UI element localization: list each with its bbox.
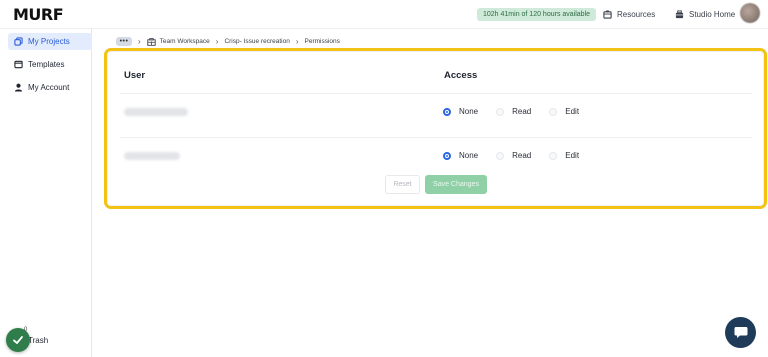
reset-button[interactable]: Reset (385, 175, 420, 194)
user-email-redacted (124, 152, 180, 160)
resources-label: Resources (617, 10, 656, 19)
access-radio-group: None Read Edit (443, 107, 597, 116)
sidebar-item-trash[interactable]: Trash (28, 336, 48, 345)
radio-unchecked-icon[interactable] (549, 151, 558, 160)
checkmark-icon (13, 336, 23, 344)
workspace-icon (146, 37, 156, 46)
toast-count: 0 (24, 327, 28, 333)
studio-home-link[interactable]: Studio Home (675, 8, 735, 21)
user-email-redacted (124, 108, 188, 116)
save-changes-button[interactable]: Save Changes (425, 175, 487, 194)
sidebar-item-my-projects[interactable]: My Projects (8, 33, 92, 50)
access-option-none[interactable]: None (443, 107, 478, 116)
studio-home-icon (675, 10, 684, 19)
option-label: Edit (565, 107, 580, 116)
access-option-none[interactable]: None (443, 151, 478, 160)
radio-checked-icon[interactable] (443, 107, 451, 116)
access-column-header: Access (444, 70, 478, 81)
resources-link[interactable]: Resources (603, 8, 655, 21)
hours-available-badge: 102h 41min of 120 hours available (477, 8, 597, 21)
user-avatar[interactable] (740, 3, 760, 23)
radio-checked-icon[interactable] (443, 151, 451, 160)
access-option-edit[interactable]: Edit (549, 151, 579, 160)
breadcrumb: ••• › Team Workspace › Crisp- Issue recr… (116, 36, 340, 47)
breadcrumb-more-button[interactable]: ••• (116, 37, 132, 46)
account-icon (14, 83, 23, 92)
option-label: Read (512, 151, 532, 160)
studio-home-label: Studio Home (689, 10, 736, 19)
access-option-read[interactable]: Read (496, 107, 531, 116)
sidebar-item-label: Templates (28, 60, 65, 69)
radio-unchecked-icon[interactable] (496, 107, 505, 116)
chevron-right-icon: › (295, 37, 299, 46)
option-label: Read (512, 107, 532, 116)
breadcrumb-label: Team Workspace (159, 38, 210, 45)
breadcrumb-project[interactable]: Crisp- Issue recreation (224, 38, 289, 45)
sidebar-item-label: My Account (28, 83, 70, 92)
access-radio-group: None Read Edit (443, 151, 597, 160)
radio-unchecked-icon[interactable] (549, 107, 558, 116)
chat-support-button[interactable] (725, 317, 756, 348)
option-label: None (459, 107, 479, 116)
murf-logo[interactable]: MURF (13, 5, 64, 24)
sidebar-item-templates[interactable]: Templates (8, 56, 92, 73)
chevron-right-icon: › (138, 37, 141, 46)
top-header: MURF 102h 41min of 120 hours available R… (0, 0, 768, 29)
access-option-read[interactable]: Read (496, 151, 531, 160)
breadcrumb-current-page: Permissions (304, 38, 340, 45)
radio-unchecked-icon[interactable] (496, 151, 505, 160)
user-column-header: User (124, 70, 146, 81)
access-option-edit[interactable]: Edit (549, 107, 579, 116)
divider (120, 93, 752, 94)
divider (120, 137, 752, 138)
resources-icon (603, 10, 612, 19)
chat-bubble-icon (734, 327, 747, 338)
templates-icon (14, 60, 23, 69)
projects-icon (14, 37, 23, 46)
chevron-right-icon: › (215, 37, 219, 46)
sidebar-item-my-account[interactable]: My Account (8, 79, 92, 96)
breadcrumb-team-workspace[interactable]: Team Workspace (146, 37, 210, 46)
option-label: None (459, 151, 479, 160)
option-label: Edit (565, 151, 580, 160)
sidebar-item-label: My Projects (28, 37, 70, 46)
